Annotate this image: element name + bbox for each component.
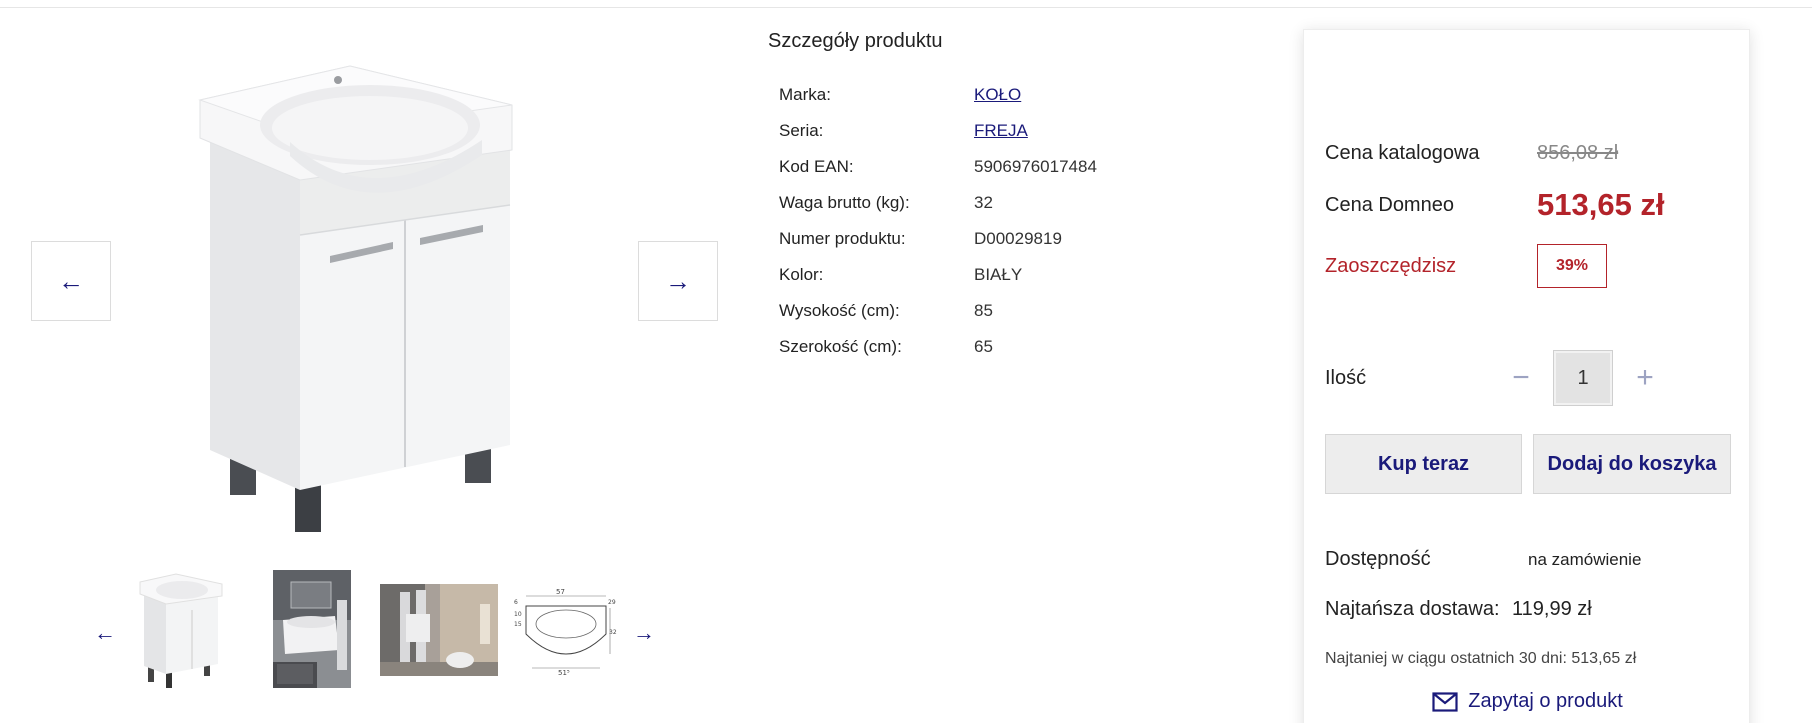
availability-row: Dostępność na zamówienie bbox=[1325, 548, 1641, 571]
spec-value: 65 bbox=[974, 337, 993, 356]
thumbnail-1[interactable] bbox=[136, 570, 228, 688]
thumbnail-2[interactable] bbox=[273, 570, 351, 688]
add-to-cart-button[interactable]: Dodaj do koszyka bbox=[1533, 434, 1731, 494]
details-title: Szczegóły produktu bbox=[768, 30, 943, 52]
thumb-next-arrow-icon[interactable]: → bbox=[633, 620, 655, 646]
ask-about-product-link[interactable]: Zapytaj o produkt bbox=[1304, 690, 1751, 713]
spec-row-series: Seria: FREJA bbox=[768, 113, 1288, 149]
buy-now-button[interactable]: Kup teraz bbox=[1325, 434, 1522, 494]
product-details: Szczegóły produktu Marka: KOŁO Seria: FR… bbox=[768, 30, 1288, 365]
thumbnail-strip: ← 57 51⁵ 6 10 15 29 32 → bbox=[88, 568, 668, 698]
spec-label: Szerokość (cm): bbox=[779, 337, 902, 356]
spec-row-color: Kolor: BIAŁY bbox=[768, 257, 1288, 293]
availability-label: Dostępność bbox=[1325, 548, 1431, 570]
series-link[interactable]: FREJA bbox=[974, 121, 1028, 141]
main-product-image[interactable] bbox=[190, 30, 550, 540]
discount-badge: 39% bbox=[1537, 244, 1607, 288]
spec-value: D00029819 bbox=[974, 229, 1062, 248]
quantity-row: Ilość − 1 + bbox=[1325, 350, 1665, 406]
svg-text:57: 57 bbox=[556, 588, 565, 596]
spec-value: 85 bbox=[974, 301, 993, 320]
quantity-increase-button[interactable]: + bbox=[1625, 358, 1665, 398]
spec-row-brand: Marka: KOŁO bbox=[768, 77, 1288, 113]
spec-row-ean: Kod EAN: 5906976017484 bbox=[768, 149, 1288, 185]
svg-text:29: 29 bbox=[608, 599, 616, 606]
spec-row-height: Wysokość (cm): 85 bbox=[768, 293, 1288, 329]
spec-row-product-number: Numer produktu: D00029819 bbox=[768, 221, 1288, 257]
arrow-right-icon: → bbox=[665, 265, 691, 296]
spec-label: Kolor: bbox=[779, 265, 824, 284]
spec-value: 32 bbox=[974, 193, 993, 212]
spec-label: Marka: bbox=[779, 85, 831, 104]
spec-row-weight: Waga brutto (kg): 32 bbox=[768, 185, 1288, 221]
shipping-row: Najtańsza dostawa: 119,99 zł bbox=[1325, 598, 1592, 621]
spec-value: 5906976017484 bbox=[974, 157, 1097, 176]
arrow-left-icon: ← bbox=[58, 265, 84, 296]
shipping-label: Najtańsza dostawa: bbox=[1325, 598, 1500, 620]
svg-text:6: 6 bbox=[514, 599, 518, 606]
savings-row: Zaoszczędzisz 39% bbox=[1325, 244, 1607, 288]
quantity-label: Ilość bbox=[1325, 366, 1367, 389]
spec-label: Numer produktu: bbox=[779, 229, 906, 248]
spec-label: Seria: bbox=[779, 121, 824, 140]
lowest-price-note: Najtaniej w ciągu ostatnich 30 dni: 513,… bbox=[1325, 650, 1637, 667]
list-price-value: 856,08 zł bbox=[1537, 142, 1619, 164]
our-price-label: Cena Domneo bbox=[1325, 193, 1454, 216]
thumbnail-4-dimensions[interactable]: 57 51⁵ 6 10 15 29 32 bbox=[512, 584, 620, 676]
spec-label: Kod EAN: bbox=[779, 157, 854, 176]
our-price-value: 513,65 zł bbox=[1537, 187, 1665, 222]
availability-value: na zamówienie bbox=[1528, 549, 1642, 569]
quantity-decrease-button[interactable]: − bbox=[1501, 358, 1541, 398]
our-price-row: Cena Domneo 513,65 zł bbox=[1325, 187, 1665, 223]
savings-label: Zaoszczędzisz bbox=[1325, 254, 1457, 277]
thumbnail-3[interactable] bbox=[380, 584, 498, 676]
spec-label: Wysokość (cm): bbox=[779, 301, 900, 320]
svg-text:51⁵: 51⁵ bbox=[558, 669, 570, 676]
quantity-input[interactable]: 1 bbox=[1553, 350, 1613, 406]
ask-about-product-label: Zapytaj o produkt bbox=[1468, 690, 1623, 712]
purchase-card: Cena katalogowa 856,08 zł Cena Domneo 51… bbox=[1303, 29, 1750, 723]
spec-value: BIAŁY bbox=[974, 265, 1023, 284]
product-gallery: ← → ← 57 51⁵ 6 10 15 29 32 → bbox=[0, 8, 740, 723]
svg-text:15: 15 bbox=[514, 621, 522, 628]
shipping-value: 119,99 zł bbox=[1512, 598, 1592, 620]
thumb-prev-arrow-icon[interactable]: ← bbox=[94, 620, 116, 646]
spec-label: Waga brutto (kg): bbox=[779, 193, 910, 212]
gallery-prev-button[interactable]: ← bbox=[31, 241, 111, 321]
list-price-label: Cena katalogowa bbox=[1325, 142, 1480, 164]
spec-row-width: Szerokość (cm): 65 bbox=[768, 329, 1288, 365]
mail-icon bbox=[1432, 691, 1458, 712]
brand-link[interactable]: KOŁO bbox=[974, 85, 1021, 105]
svg-text:10: 10 bbox=[514, 611, 522, 618]
list-price-row: Cena katalogowa 856,08 zł bbox=[1325, 142, 1618, 165]
gallery-next-button[interactable]: → bbox=[638, 241, 718, 321]
